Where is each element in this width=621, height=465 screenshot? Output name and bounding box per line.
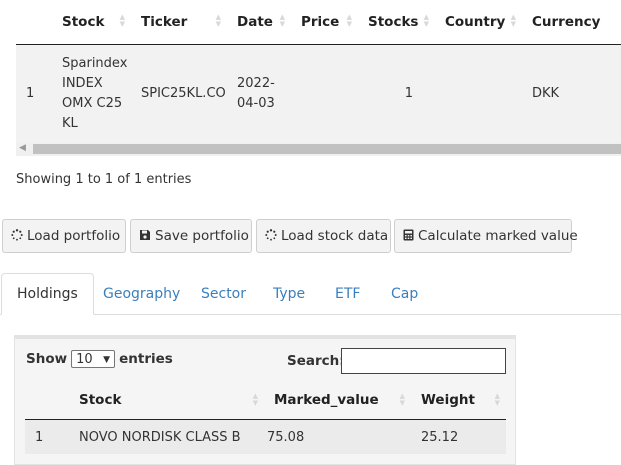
- save-portfolio-button[interactable]: Save portfolio: [130, 219, 252, 253]
- cell-weight: 25.12: [411, 419, 506, 454]
- col-header-price[interactable]: Price ▲ ▼: [291, 0, 358, 45]
- cell-stocks: 1: [358, 44, 435, 143]
- calculate-marked-value-button[interactable]: Calculate marked value: [394, 219, 578, 253]
- sort-icon: ▲ ▼: [215, 13, 221, 28]
- col-header-currency[interactable]: Currency▲▼: [522, 0, 621, 45]
- cell-country: [435, 44, 522, 143]
- scroll-left-icon[interactable]: ◀: [19, 143, 26, 153]
- cell-marked-value: 75.08: [264, 419, 411, 454]
- load-stock-data-button[interactable]: Load stock data: [256, 219, 391, 253]
- sort-icon: ▲ ▼: [346, 13, 352, 28]
- sort-icon: ▲ ▼: [510, 13, 516, 28]
- cell-index: 1: [16, 44, 52, 143]
- load-portfolio-button[interactable]: Load portfolio: [2, 219, 126, 253]
- sort-icon: ▲ ▼: [252, 392, 258, 407]
- spinner-icon: [11, 228, 23, 244]
- col-header-index[interactable]: [25, 380, 69, 420]
- chevron-down-icon: ▼: [103, 355, 111, 365]
- table-row[interactable]: 1 Sparindex INDEX OMX C25 KL SPIC25KL.CO…: [16, 44, 621, 143]
- sort-icon: ▲ ▼: [119, 13, 125, 28]
- cell-currency: DKK: [522, 44, 621, 143]
- portfolio-table: Stock ▲ ▼ Ticker ▲ ▼ Date ▲ ▼ Price ▲ ▼ Stocks ▲ ▼…: [16, 0, 621, 143]
- cell-stock: NOVO NORDISK CLASS B: [69, 419, 264, 454]
- holdings-table: Stock ▲ ▼ Marked_value ▲ ▼ Weight ▲ ▼ 1 NOVO N…: [25, 380, 506, 454]
- col-header-weight[interactable]: Weight ▲ ▼: [411, 380, 506, 420]
- portfolio-table-container: Stock ▲ ▼ Ticker ▲ ▼ Date ▲ ▼ Price ▲ ▼ Stocks ▲ ▼…: [16, 0, 621, 160]
- tab-cap[interactable]: Cap: [376, 273, 433, 315]
- col-header-marked-value[interactable]: Marked_value ▲ ▼: [264, 380, 411, 420]
- col-header-date[interactable]: Date ▲ ▼: [227, 0, 291, 45]
- scrollbar-thumb[interactable]: [33, 144, 621, 154]
- table-row[interactable]: 1 NOVO NORDISK CLASS B 75.08 25.12: [25, 419, 506, 454]
- cell-date: 2022- 04-03: [227, 44, 291, 143]
- sort-icon: ▲ ▼: [423, 13, 429, 28]
- cell-price: [291, 44, 358, 143]
- col-header-stocks[interactable]: Stocks ▲ ▼: [358, 0, 435, 45]
- search-label: Search:: [287, 353, 345, 369]
- cell-index: 1: [25, 419, 69, 454]
- page-length-control: Show 10 ▼ entries: [26, 350, 173, 368]
- cell-stock: Sparindex INDEX OMX C25 KL: [52, 44, 131, 143]
- col-header-index[interactable]: [16, 0, 52, 45]
- sort-icon: ▲ ▼: [494, 392, 500, 407]
- horizontal-scrollbar[interactable]: ◀: [16, 142, 621, 156]
- col-header-stock[interactable]: Stock ▲ ▼: [69, 380, 264, 420]
- calculator-icon: [403, 229, 414, 244]
- tab-etf[interactable]: ETF: [320, 273, 375, 315]
- page-size-select[interactable]: 10 ▼: [71, 350, 116, 368]
- col-header-stock[interactable]: Stock ▲ ▼: [52, 0, 131, 45]
- col-header-country[interactable]: Country ▲ ▼: [435, 0, 522, 45]
- tab-type[interactable]: Type: [258, 273, 320, 315]
- spinner-icon: [265, 228, 277, 244]
- table-info: Showing 1 to 1 of 1 entries: [16, 172, 192, 187]
- sort-icon: ▲ ▼: [279, 13, 285, 28]
- floppy-disk-icon: [139, 229, 151, 244]
- sort-icon: ▲ ▼: [399, 392, 405, 407]
- cell-ticker: SPIC25KL.CO: [131, 44, 227, 143]
- col-header-ticker[interactable]: Ticker ▲ ▼: [131, 0, 227, 45]
- tab-sector[interactable]: Sector: [186, 273, 261, 315]
- tab-holdings[interactable]: Holdings: [1, 273, 94, 315]
- search-input[interactable]: [341, 348, 506, 374]
- tab-geography[interactable]: Geography: [88, 273, 195, 315]
